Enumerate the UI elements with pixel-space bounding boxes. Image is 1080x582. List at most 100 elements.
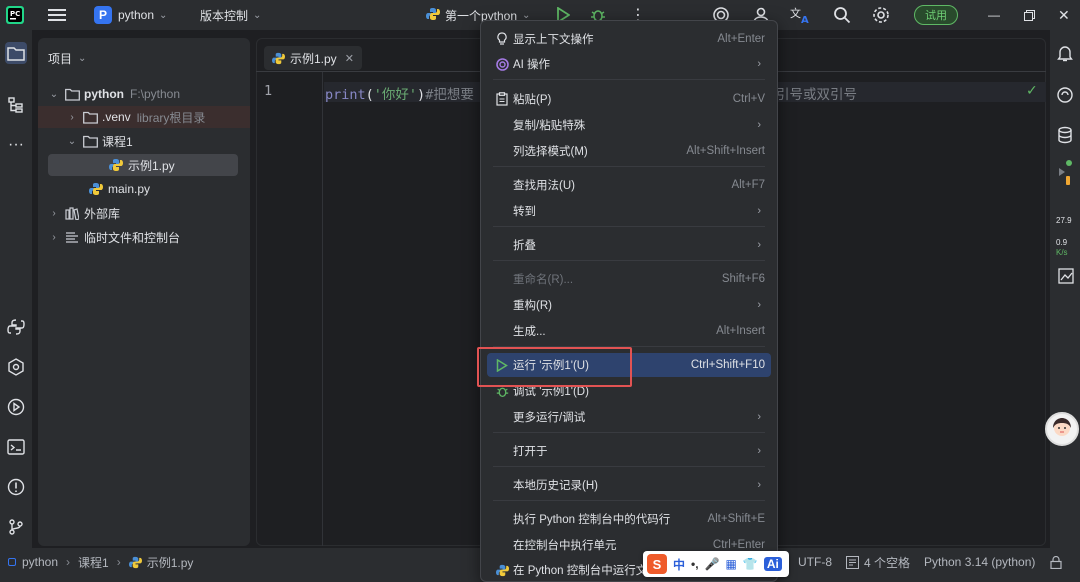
git-icon[interactable] [5, 516, 27, 538]
encoding-selector[interactable]: UTF-8 [798, 548, 832, 576]
code-comment: #把想要 [425, 87, 474, 103]
menu-item-shortcut: Alt+Insert [716, 325, 765, 337]
assistant-avatar[interactable] [1045, 412, 1079, 446]
ai-icon[interactable]: Ai [763, 557, 782, 571]
menu-item-label: 生成... [513, 326, 546, 338]
run-tool-icon[interactable] [5, 396, 27, 418]
network-stat: 0.9 [1056, 238, 1068, 247]
search-icon[interactable] [833, 0, 851, 30]
menu-item-open-in[interactable]: 打开于 › [487, 439, 771, 463]
tree-node-main[interactable]: main.py [38, 178, 250, 200]
trial-button[interactable]: 试用 [914, 0, 958, 30]
skin-icon[interactable]: 👕 [743, 557, 758, 571]
module-icon [8, 558, 16, 566]
project-folder-icon[interactable] [5, 42, 27, 64]
menu-item-refactor[interactable]: 重构(R) › [487, 293, 771, 317]
tree-node-scratches[interactable]: › 临时文件和控制台 [38, 226, 250, 248]
tree-node-course1[interactable]: ⌄ 课程1 [38, 130, 250, 152]
vcs-menu[interactable]: 版本控制 ⌄ [200, 0, 261, 30]
menu-item-shortcut: Ctrl+Enter [712, 539, 765, 551]
more-tools-icon[interactable]: ··· [5, 134, 27, 156]
menu-item-label: 更多运行/调试 [513, 412, 586, 424]
menu-item-column-selection[interactable]: 列选择模式(M) Alt+Shift+Insert [487, 139, 771, 163]
lock-icon[interactable] [1050, 548, 1062, 576]
expand-arrow-icon[interactable]: ⌄ [48, 89, 60, 100]
problems-icon[interactable] [5, 476, 27, 498]
menu-item-folding[interactable]: 折叠 › [487, 233, 771, 257]
menu-item-exec-line-console[interactable]: 执行 Python 控制台中的代码行 Alt+Shift+E [487, 507, 771, 531]
services-icon[interactable] [5, 356, 27, 378]
menu-item-find-usages[interactable]: 查找用法(U) Alt+F7 [487, 173, 771, 197]
terminal-icon[interactable] [5, 436, 27, 458]
breadcrumb-separator-icon: › [116, 555, 121, 569]
menu-item-more-run-debug[interactable]: 更多运行/调试 › [487, 405, 771, 429]
inspection-ok-icon[interactable]: ✓ [1026, 82, 1038, 99]
main-menu-icon[interactable] [48, 0, 66, 30]
tree-node-external-libs[interactable]: › 外部库 [38, 202, 250, 224]
ime-toolbar[interactable]: S 中 •, 🎤 ▦ 👕 Ai [643, 551, 789, 577]
menu-item-local-history[interactable]: 本地历史记录(H) › [487, 473, 771, 497]
sogou-logo-icon: S [647, 554, 667, 574]
project-switcher[interactable]: P python ⌄ [94, 0, 167, 30]
tree-node-example1[interactable]: 示例1.py [48, 154, 238, 176]
keyboard-icon[interactable]: ▦ [726, 557, 737, 571]
settings-gear-icon[interactable] [872, 0, 890, 30]
translate-icon[interactable]: 文A [790, 0, 812, 30]
menu-item-generate[interactable]: 生成... Alt+Insert [487, 319, 771, 343]
menu-item-paste[interactable]: 粘贴(P) Ctrl+V [487, 87, 771, 111]
database-icon[interactable] [1056, 126, 1074, 147]
expand-arrow-icon[interactable]: › [48, 208, 60, 219]
chart-tool-icon[interactable] [1058, 268, 1074, 287]
indent-icon [846, 555, 859, 569]
tree-label: main.py [108, 182, 151, 196]
network-stat: 27.9 [1056, 216, 1072, 225]
submenu-arrow-icon: › [757, 119, 761, 131]
menu-item-label: 显示上下文操作 [513, 34, 594, 46]
code-line-1[interactable]: print('你好')#把想要 [325, 83, 474, 103]
close-tab-icon[interactable]: ✕ [345, 52, 354, 65]
menu-item-show-context-actions[interactable]: 显示上下文操作 Alt+Enter [487, 27, 771, 51]
python-file-icon [108, 158, 124, 172]
punctuation-icon[interactable]: •, [691, 557, 699, 571]
editor-tab-example1[interactable]: 示例1.py ✕ [264, 46, 362, 70]
notifications-bell-icon[interactable] [1056, 44, 1074, 65]
python-file-icon [272, 52, 285, 65]
expand-arrow-icon[interactable]: ⌄ [66, 136, 78, 147]
project-panel: 项目 ⌄ ⌄ python F:\python › .venv library根… [38, 38, 250, 546]
structure-icon[interactable] [5, 94, 27, 116]
ai-chat-icon[interactable] [1056, 86, 1074, 107]
project-panel-header[interactable]: 项目 ⌄ [48, 50, 86, 67]
python-packages-icon[interactable] [5, 316, 27, 338]
tree-hint: library根目录 [136, 110, 206, 125]
breadcrumb-folder[interactable]: 课程1 [78, 554, 109, 571]
ime-mode[interactable]: 中 [673, 556, 685, 573]
indent-selector[interactable]: 4 个空格 [846, 548, 910, 576]
ide-window: PC P python ⌄ 版本控制 ⌄ 第一个python ⌄ ⋮ 文 A 试… [0, 0, 1080, 582]
menu-item-ai-actions[interactable]: AI 操作 › [487, 52, 771, 76]
svg-text:PC: PC [10, 10, 20, 18]
menu-item-copy-paste-special[interactable]: 复制/粘贴特殊 › [487, 113, 771, 137]
tree-label: .venv [102, 110, 131, 124]
tree-label: 临时文件和控制台 [84, 230, 181, 245]
menu-separator [493, 260, 765, 261]
microphone-icon[interactable]: 🎤 [705, 557, 720, 571]
chevron-down-icon: ⌄ [253, 9, 262, 21]
expand-arrow-icon[interactable]: › [66, 112, 78, 123]
app-logo-icon[interactable]: PC [6, 0, 24, 30]
tree-node-venv[interactable]: › .venv library根目录 [38, 106, 250, 128]
lightbulb-icon [491, 32, 513, 46]
chevron-down-icon: ⌄ [159, 9, 168, 21]
close-icon[interactable]: ✕ [1058, 0, 1070, 30]
menu-item-goto[interactable]: 转到 › [487, 199, 771, 223]
submenu-arrow-icon: › [757, 299, 761, 311]
breadcrumb: python › 课程1 › 示例1.py [8, 548, 193, 576]
restore-icon[interactable] [1024, 0, 1035, 30]
breadcrumb-project[interactable]: python [22, 555, 58, 569]
breadcrumb-file[interactable]: 示例1.py [147, 554, 194, 571]
expand-arrow-icon[interactable]: › [48, 232, 60, 243]
interpreter-selector[interactable]: Python 3.14 (python) [924, 548, 1035, 576]
minimize-icon[interactable]: — [988, 0, 1000, 30]
plugin-icon[interactable] [1056, 160, 1074, 189]
tree-node-project-root[interactable]: ⌄ python F:\python [38, 83, 250, 105]
right-tool-strip: 27.9 0.9 K/s [1050, 30, 1080, 548]
